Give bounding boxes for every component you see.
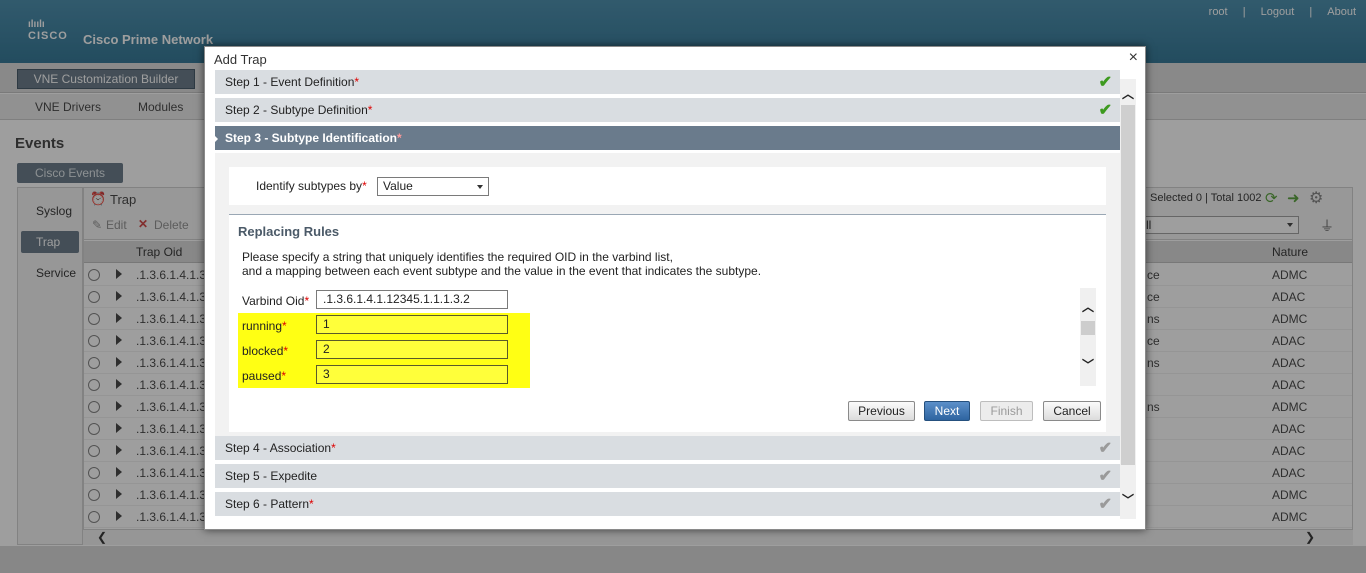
chevron-down-icon	[477, 185, 483, 189]
checkmark-icon: ✔	[1098, 496, 1112, 513]
step-4-header[interactable]: Step 4 - Association* ✔	[215, 436, 1120, 461]
chevron-down-icon[interactable]: ﹀	[1122, 491, 1134, 508]
paused-label: paused	[242, 369, 282, 383]
step-label: Step 4 - Association	[225, 441, 332, 455]
varbind-oid-input[interactable]: .1.3.6.1.4.1.12345.1.1.1.3.2	[316, 290, 508, 309]
checkmark-icon: ✔	[1098, 468, 1112, 485]
next-button[interactable]: Next	[924, 401, 970, 421]
step-2-header[interactable]: Step 2 - Subtype Definition* ✔	[215, 98, 1120, 123]
dialog-title: Add Trap	[214, 52, 267, 67]
replacing-rules-description: Please specify a string that uniquely id…	[242, 250, 762, 278]
step-3-body: Identify subtypes by* Value Replacing Ru…	[215, 153, 1120, 437]
varbind-oid-row: Varbind Oid* .1.3.6.1.4.1.12345.1.1.1.3.…	[238, 288, 530, 313]
step-label: Step 5 - Expedite	[225, 469, 318, 483]
active-step-arrow-icon	[213, 134, 218, 144]
replacing-rules-section: Replacing Rules Please specify a string …	[229, 214, 1106, 432]
step-3-header[interactable]: Step 3 - Subtype Identification*	[213, 126, 1120, 151]
dialog-vertical-scrollbar[interactable]: ︿ ﹀	[1120, 79, 1136, 519]
step-label: Step 2 - Subtype Definition	[225, 103, 368, 117]
step-label: Step 3 - Subtype Identification	[225, 131, 398, 145]
identify-subtypes-label: Identify subtypes by	[256, 179, 363, 193]
step-5-header[interactable]: Step 5 - Expedite ✔	[215, 464, 1120, 489]
running-input[interactable]: 1	[316, 315, 508, 334]
rules-vertical-scrollbar[interactable]: ︿ ﹀	[1080, 288, 1096, 386]
previous-button[interactable]: Previous	[848, 401, 915, 421]
step-6-header[interactable]: Step 6 - Pattern* ✔	[215, 492, 1120, 517]
identify-subtypes-row: Identify subtypes by* Value	[229, 167, 1106, 205]
scrollbar-thumb[interactable]	[1121, 105, 1135, 465]
blocked-label: blocked	[242, 344, 284, 358]
identify-subtypes-select[interactable]: Value	[377, 177, 489, 196]
add-trap-dialog: Add Trap × Step 1 - Event Definition* ✔ …	[204, 46, 1146, 530]
running-row: running* 1	[238, 313, 530, 338]
step-1-header[interactable]: Step 1 - Event Definition* ✔	[215, 70, 1120, 95]
step-label: Step 6 - Pattern	[225, 497, 310, 511]
running-label: running	[242, 319, 283, 333]
checkmark-icon: ✔	[1098, 440, 1112, 457]
replacing-rules-title: Replacing Rules	[238, 224, 340, 239]
scrollbar-thumb[interactable]	[1081, 321, 1095, 335]
varbind-oid-label: Varbind Oid	[242, 294, 305, 308]
finish-button[interactable]: Finish	[980, 401, 1033, 421]
checkmark-icon: ✔	[1098, 74, 1112, 91]
chevron-down-icon[interactable]: ﹀	[1082, 356, 1094, 373]
blocked-input[interactable]: 2	[316, 340, 508, 359]
checkmark-icon: ✔	[1098, 102, 1112, 119]
cancel-button[interactable]: Cancel	[1043, 401, 1101, 421]
rules-field-area: Varbind Oid* .1.3.6.1.4.1.12345.1.1.1.3.…	[238, 288, 1096, 388]
chevron-up-icon[interactable]: ︿	[1082, 298, 1094, 315]
chevron-up-icon[interactable]: ︿	[1122, 85, 1134, 102]
step-label: Step 1 - Event Definition	[225, 75, 355, 89]
blocked-row: blocked* 2	[238, 338, 530, 363]
paused-input[interactable]: 3	[316, 365, 508, 384]
paused-row: paused* 3	[238, 363, 530, 388]
close-icon[interactable]: ×	[1129, 50, 1138, 66]
